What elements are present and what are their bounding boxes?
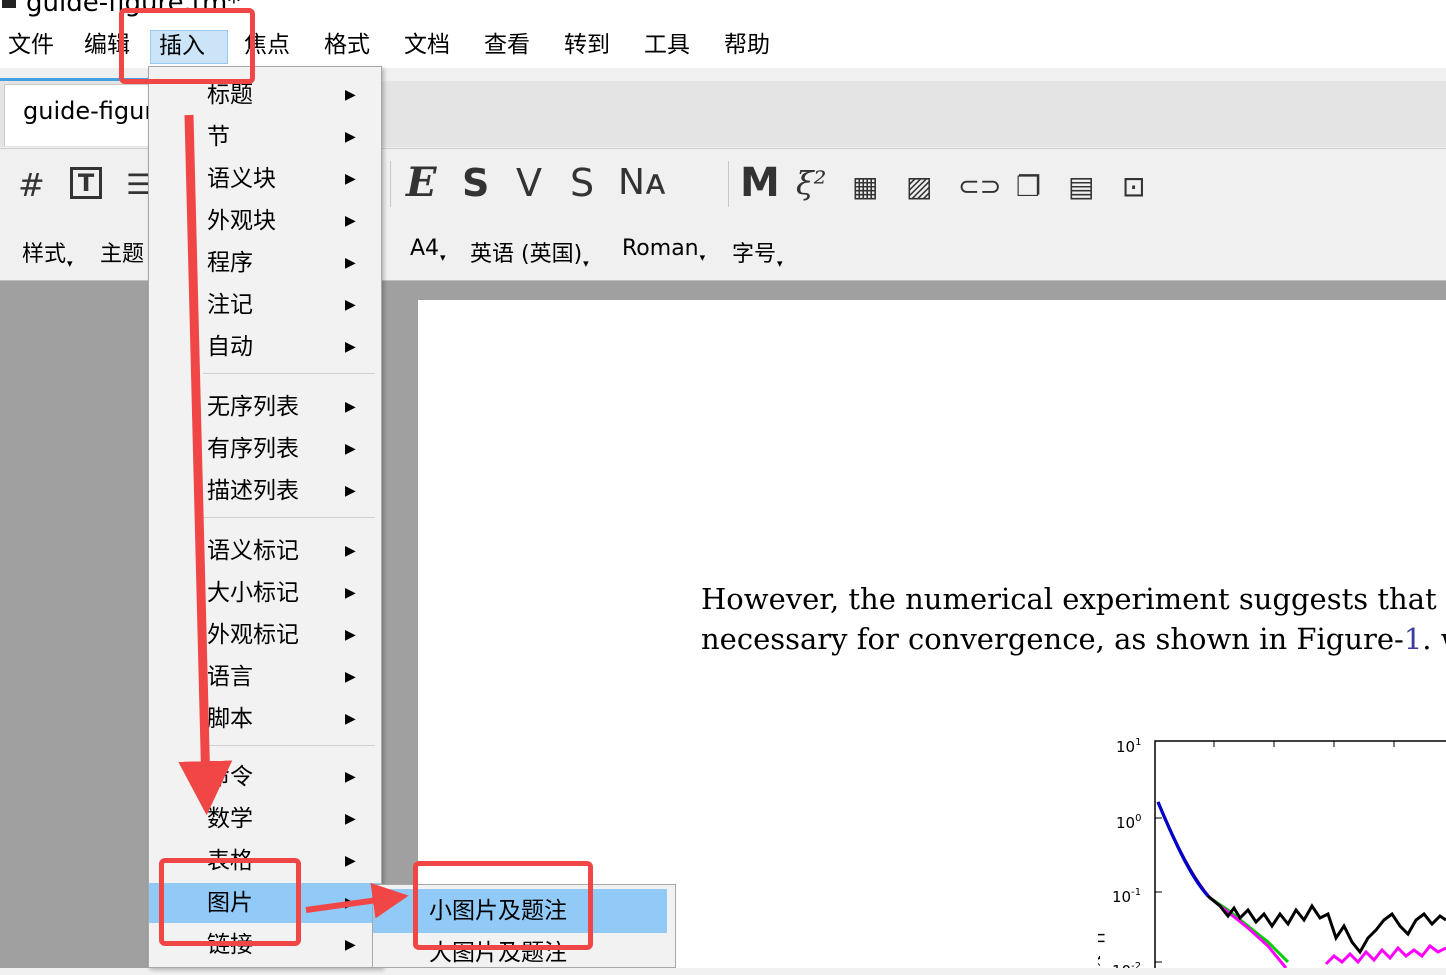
arrow-right [305, 882, 409, 919]
arrow-down [178, 114, 233, 816]
annotation-arrows [178, 114, 409, 919]
